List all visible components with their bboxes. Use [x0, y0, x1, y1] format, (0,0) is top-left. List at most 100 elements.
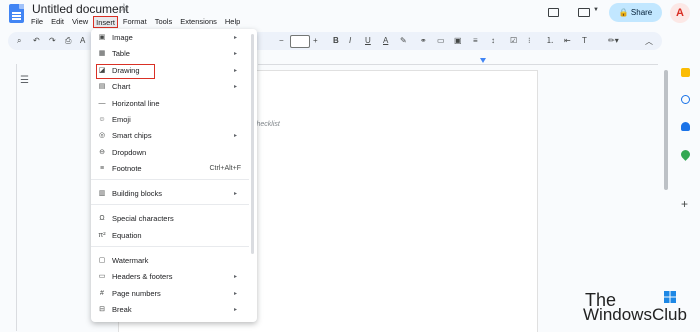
submenu-arrow-icon: ▸: [233, 191, 237, 197]
menu-item-label: Headers & footers: [112, 272, 173, 281]
menu-item-equation[interactable]: π² Equation: [91, 229, 257, 243]
building-blocks-icon: ▥: [98, 190, 106, 197]
watermark-icon: ▢: [98, 257, 106, 264]
menu-item-label: Break: [112, 305, 132, 314]
right-indent-marker[interactable]: [480, 58, 486, 63]
star-icon[interactable]: ☆: [119, 1, 129, 14]
numbered-list-icon[interactable]: ⒈: [546, 35, 554, 47]
menu-extensions[interactable]: Extensions: [177, 16, 220, 28]
menu-format[interactable]: Format: [120, 16, 150, 28]
menu-item-smart-chips[interactable]: ◎ Smart chips ▸: [91, 129, 257, 143]
break-icon: ⊟: [99, 306, 105, 313]
menu-separator: [91, 204, 249, 205]
menu-item-label: Chart: [112, 82, 131, 91]
print-icon[interactable]: ⎙: [65, 35, 71, 47]
chart-icon: ▤: [98, 83, 106, 90]
menu-bar: File Edit View Insert Format Tools Exten…: [28, 16, 245, 28]
document-title[interactable]: Untitled document: [32, 2, 129, 16]
menu-item-label: Image: [112, 33, 133, 42]
menu-item-headers-footers[interactable]: ▭ Headers & footers ▸: [91, 270, 257, 284]
vertical-ruler[interactable]: [8, 64, 17, 331]
menu-item-image[interactable]: ▣ Image ▸: [91, 31, 257, 45]
search-icon[interactable]: ⌕: [17, 35, 21, 47]
collapse-toolbar-icon[interactable]: ︿: [645, 36, 653, 47]
menu-view[interactable]: View: [69, 16, 91, 28]
menu-item-emoji[interactable]: ☺ Emoji: [91, 113, 257, 127]
menu-insert[interactable]: Insert: [93, 16, 118, 28]
menu-item-label: Page numbers: [112, 289, 161, 298]
link-icon[interactable]: ⚭: [420, 35, 427, 47]
horizontal-ruler[interactable]: [258, 54, 658, 65]
special-characters-icon: Ω: [99, 215, 105, 222]
submenu-arrow-icon: ▸: [233, 307, 237, 313]
dropdown-icon: ⊖: [99, 149, 105, 156]
menu-item-dropdown[interactable]: ⊖ Dropdown: [91, 146, 257, 160]
smart-chips-icon: ◎: [98, 132, 106, 139]
docs-logo-icon[interactable]: [9, 4, 24, 23]
submenu-arrow-icon: ▸: [233, 68, 237, 74]
bold-button[interactable]: B: [333, 35, 339, 47]
menu-item-break[interactable]: ⊟ Break ▸: [91, 303, 257, 317]
menu-scrollbar[interactable]: [251, 34, 254, 254]
table-icon: ▦: [98, 50, 106, 57]
font-size-input[interactable]: [290, 35, 310, 48]
redo-icon[interactable]: ↷: [49, 35, 56, 47]
menu-item-table[interactable]: ▦ Table ▸: [91, 47, 257, 61]
spellcheck-icon[interactable]: A: [80, 35, 85, 47]
add-addon-icon[interactable]: +: [681, 197, 688, 211]
menu-item-label: Watermark: [112, 256, 149, 265]
horizontal-line-icon: —: [98, 100, 106, 107]
windowsclub-logo-icon: [664, 291, 676, 303]
document-outline-icon[interactable]: ☰: [20, 75, 29, 86]
decrease-indent-icon[interactable]: ⇤: [564, 35, 571, 47]
menu-shortcut: Ctrl+Alt+F: [209, 165, 241, 172]
tasks-icon[interactable]: [681, 95, 690, 104]
font-size-increase-button[interactable]: +: [313, 35, 318, 47]
menu-item-footnote[interactable]: ≡ Footnote Ctrl+Alt+F: [91, 162, 257, 176]
menu-item-label: Table: [112, 49, 130, 58]
menu-item-horizontal-line[interactable]: — Horizontal line: [91, 97, 257, 111]
bulleted-list-icon[interactable]: ⁝: [528, 35, 531, 47]
menu-help[interactable]: Help: [222, 16, 243, 28]
menu-tools[interactable]: Tools: [152, 16, 176, 28]
insert-image-icon[interactable]: ▣: [454, 35, 462, 47]
placeholder-hint: checklist: [253, 121, 280, 128]
menu-item-label: Footnote: [112, 164, 142, 173]
submenu-arrow-icon: ▸: [233, 291, 237, 297]
scrollbar[interactable]: [664, 70, 668, 190]
menu-item-watermark[interactable]: ▢ Watermark: [91, 254, 257, 268]
line-spacing-icon[interactable]: ↕: [491, 35, 495, 47]
submenu-arrow-icon: ▸: [233, 51, 237, 57]
chevron-down-icon[interactable]: ▼: [593, 7, 599, 13]
text-color-button[interactable]: A: [383, 35, 388, 47]
menu-item-building-blocks[interactable]: ▥ Building blocks ▸: [91, 187, 257, 201]
font-size-decrease-button[interactable]: −: [279, 35, 284, 47]
highlight-icon[interactable]: ✎: [400, 35, 407, 47]
menu-item-special-characters[interactable]: Ω Special characters: [91, 212, 257, 226]
align-icon[interactable]: ≡: [473, 35, 478, 47]
add-comment-icon[interactable]: ▭: [437, 35, 445, 47]
menu-file[interactable]: File: [28, 16, 46, 28]
undo-icon[interactable]: ↶: [33, 35, 40, 47]
menu-item-page-numbers[interactable]: # Page numbers ▸: [91, 287, 257, 301]
contacts-icon[interactable]: [681, 122, 690, 131]
menu-item-chart[interactable]: ▤ Chart ▸: [91, 80, 257, 94]
menu-item-label: Dropdown: [112, 148, 147, 157]
underline-button[interactable]: U: [365, 35, 371, 47]
editing-mode-icon[interactable]: ✏▾: [608, 35, 619, 47]
menu-edit[interactable]: Edit: [48, 16, 67, 28]
share-button[interactable]: 🔒 Share: [609, 3, 662, 22]
drawing-highlight-box: [96, 64, 155, 79]
comment-icon[interactable]: [548, 8, 559, 17]
menu-item-label: Special characters: [112, 214, 174, 223]
keep-icon[interactable]: [681, 68, 690, 77]
share-label: Share: [630, 8, 653, 17]
submenu-arrow-icon: ▸: [233, 35, 237, 41]
meet-icon[interactable]: [578, 8, 590, 17]
clear-formatting-icon[interactable]: T: [582, 35, 587, 47]
headers-footers-icon: ▭: [98, 273, 106, 280]
checklist-icon[interactable]: ☑: [510, 35, 517, 47]
emoji-icon: ☺: [98, 116, 106, 123]
italic-button[interactable]: I: [349, 35, 351, 47]
avatar[interactable]: A: [670, 3, 690, 23]
